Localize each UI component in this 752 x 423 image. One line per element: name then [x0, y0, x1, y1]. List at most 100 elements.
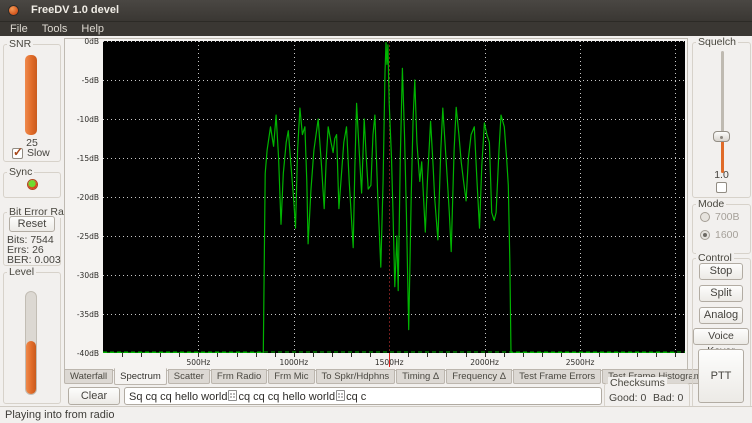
y-axis-label: -35dB — [65, 310, 99, 319]
y-axis-label: -10dB — [65, 115, 99, 124]
tab-scatter[interactable]: Scatter — [168, 369, 210, 384]
x-axis-tick — [542, 353, 543, 357]
checksums-group: Checksums Good: 0 Bad: 0 — [604, 383, 690, 408]
app-icon — [9, 6, 18, 15]
x-axis-tick — [408, 353, 409, 357]
x-axis-tick — [256, 353, 257, 357]
x-axis-tick — [637, 353, 638, 357]
checksums-bad: Bad: 0 — [653, 392, 683, 404]
sync-label: Sync — [7, 166, 34, 178]
x-axis-tick — [351, 353, 352, 357]
y-axis-label: -15dB — [65, 154, 99, 163]
x-axis-tick — [618, 353, 619, 357]
y-axis-label: 0dB — [65, 37, 99, 46]
slider-grip-icon — [720, 136, 723, 139]
freedv-window: FreeDV 1.0 devel File Tools Help SNR 25 … — [0, 0, 752, 423]
x-axis-tick — [294, 353, 295, 357]
tab-frm-mic[interactable]: Frm Mic — [268, 369, 314, 384]
x-axis-tick — [313, 353, 314, 357]
tab-waterfall[interactable]: Waterfall — [64, 369, 113, 384]
menu-file[interactable]: File — [10, 23, 28, 35]
ber-group: Bit Error Rate Reset Bits: 7544 Errs: 26… — [3, 212, 61, 266]
mode-label: Mode — [696, 198, 726, 210]
sync-led-icon — [28, 180, 37, 189]
x-axis-tick — [427, 353, 428, 357]
mode-radio-700b[interactable] — [700, 212, 710, 222]
ptt-button[interactable]: PTT — [698, 349, 744, 403]
split-button[interactable]: Split — [699, 285, 743, 302]
radio-dot-icon — [703, 233, 707, 237]
level-group: Level — [3, 272, 61, 404]
y-axis-label: -40dB — [65, 349, 99, 358]
x-axis-tick — [523, 353, 524, 357]
mode-radio-700b-label: 700B — [715, 211, 740, 223]
spectrum-plot-panel: 0dB-5dB-10dB-15dB-20dB-25dB-30dB-35dB-40… — [64, 38, 688, 371]
x-axis-tick — [485, 353, 486, 357]
snr-slow-label: Slow — [27, 147, 50, 159]
x-axis-label: 500Hz — [186, 358, 210, 367]
menu-tools[interactable]: Tools — [42, 23, 68, 35]
ber-value: BER: 0.003 — [7, 254, 61, 266]
tab-timing-[interactable]: Timing Δ — [396, 369, 445, 384]
x-axis-label: 2000Hz — [470, 358, 499, 367]
x-axis-tick — [198, 353, 199, 357]
x-axis-tick — [446, 353, 447, 357]
x-axis-tick — [217, 353, 218, 357]
tab-spectrum[interactable]: Spectrum — [114, 368, 167, 385]
x-axis-tick — [160, 353, 161, 357]
control-char-box-icon — [336, 390, 345, 401]
tab-frequency-[interactable]: Frequency Δ — [446, 369, 512, 384]
checksums-label: Checksums — [608, 377, 667, 389]
x-axis-tick — [466, 353, 467, 357]
reset-button[interactable]: Reset — [9, 216, 55, 232]
squelch-checkbox[interactable] — [716, 182, 727, 193]
level-gauge-fill — [26, 341, 36, 394]
title-bar[interactable]: FreeDV 1.0 devel — [0, 0, 752, 22]
x-axis-tick — [122, 353, 123, 357]
clear-button[interactable]: Clear — [68, 387, 120, 405]
tab-to-spkr-hdphns[interactable]: To Spkr/Hdphns — [316, 369, 396, 384]
mode-radio-1600-label: 1600 — [715, 229, 738, 241]
snr-group: SNR 25 ✓ Slow — [3, 44, 61, 162]
x-axis-tick — [675, 353, 676, 357]
x-axis-tick — [332, 353, 333, 357]
menu-bar: File Tools Help — [0, 22, 752, 36]
voice-keyer-button[interactable]: Voice Keyer — [693, 328, 749, 345]
analog-button[interactable]: Analog — [699, 307, 743, 324]
control-char-box-icon — [228, 390, 237, 401]
check-icon: ✓ — [13, 145, 23, 159]
x-axis-tick — [561, 353, 562, 357]
squelch-group: Squelch 1.0 — [692, 42, 751, 198]
status-text: Playing into from radio — [5, 409, 114, 421]
spectrum-plot[interactable] — [103, 41, 685, 353]
stop-button[interactable]: Stop — [699, 263, 743, 280]
status-bar: Playing into from radio — [0, 406, 752, 423]
control-group: Control Stop Split Analog Voice Keyer PT… — [692, 258, 751, 408]
x-axis-tick — [275, 353, 276, 357]
tab-test-frame-errors[interactable]: Test Frame Errors — [513, 369, 601, 384]
plot-tab-bar: WaterfallSpectrumScatterFrm RadioFrm Mic… — [64, 369, 688, 386]
window-title: FreeDV 1.0 devel — [31, 4, 119, 16]
message-input[interactable]: Sq cq cq hello worldcq cq cq hello world… — [124, 387, 602, 405]
squelch-slider-fill — [721, 138, 724, 173]
x-axis-tick — [504, 353, 505, 357]
x-axis-tick — [141, 353, 142, 357]
tune-marker[interactable] — [389, 353, 390, 367]
snr-gauge — [25, 55, 37, 135]
level-gauge — [25, 291, 37, 395]
level-label: Level — [7, 266, 36, 278]
snr-slow-checkbox[interactable]: ✓ — [12, 148, 23, 159]
x-axis-tick — [179, 353, 180, 357]
sync-group: Sync — [3, 172, 61, 198]
tab-frm-radio[interactable]: Frm Radio — [211, 369, 267, 384]
menu-help[interactable]: Help — [81, 23, 104, 35]
mode-radio-1600[interactable] — [700, 230, 710, 240]
y-axis-label: -5dB — [65, 76, 99, 85]
x-axis-tick — [599, 353, 600, 357]
x-axis-tick — [237, 353, 238, 357]
x-axis-tick — [580, 353, 581, 357]
x-axis-label: 2500Hz — [566, 358, 595, 367]
x-axis-label: 1000Hz — [279, 358, 308, 367]
x-axis-tick — [656, 353, 657, 357]
squelch-slider-handle[interactable] — [713, 131, 730, 142]
